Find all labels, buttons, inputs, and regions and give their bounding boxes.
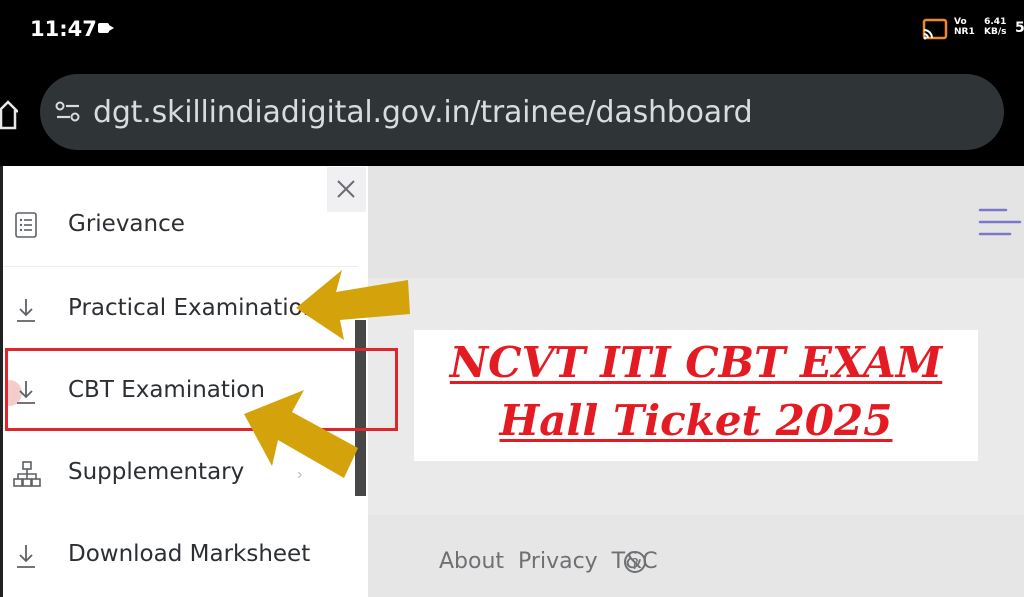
download-icon <box>17 299 35 322</box>
sitemap-icon <box>13 461 41 487</box>
battery-level: 5 <box>1015 20 1024 36</box>
network-nr-label: NR1 <box>954 27 975 37</box>
overlay-title-line2: Hall Ticket 2025 <box>499 396 893 445</box>
status-bar <box>0 0 1024 62</box>
speed-value: 6.41 <box>984 17 1007 27</box>
status-time: 11:47 <box>30 17 97 41</box>
download-icon <box>17 545 35 568</box>
sidebar-item-label: Supplementary <box>68 459 245 485</box>
sidebar-item-label: Practical Examination <box>68 295 318 321</box>
sidebar-item-download-marksheet[interactable]: Download Marksheet <box>3 513 358 595</box>
overlay-title-card: NCVT ITI CBT EXAM Hall Ticket 2025 <box>414 330 978 461</box>
arrow-pointer-icon <box>244 390 358 478</box>
close-sidebar-button[interactable] <box>327 167 366 212</box>
help-icon[interactable]: ? <box>624 551 646 573</box>
close-icon <box>337 180 355 198</box>
network-indicator: Vo NR1 <box>954 17 975 37</box>
sidebar-item-label: Download Marksheet <box>68 541 311 567</box>
sidebar-item-grievance[interactable]: Grievance <box>3 184 358 264</box>
arrow-pointer-icon <box>296 270 410 340</box>
cast-icon <box>922 18 948 40</box>
network-volte-label: Vo <box>954 17 967 27</box>
video-camera-icon <box>98 23 114 33</box>
site-settings-icon[interactable] <box>55 100 81 124</box>
hamburger-menu-icon[interactable] <box>976 204 1022 240</box>
overlay-title-line1: NCVT ITI CBT EXAM <box>449 338 943 387</box>
list-icon <box>15 212 37 238</box>
home-icon[interactable] <box>0 98 18 132</box>
network-speed: 6.41 KB/s <box>984 17 1006 37</box>
speed-unit: KB/s <box>984 27 1007 37</box>
sidebar-item-label: Grievance <box>68 211 185 237</box>
dashboard-header <box>368 166 1024 278</box>
url-text[interactable]: dgt.skillindiadigital.gov.in/trainee/das… <box>93 95 753 130</box>
